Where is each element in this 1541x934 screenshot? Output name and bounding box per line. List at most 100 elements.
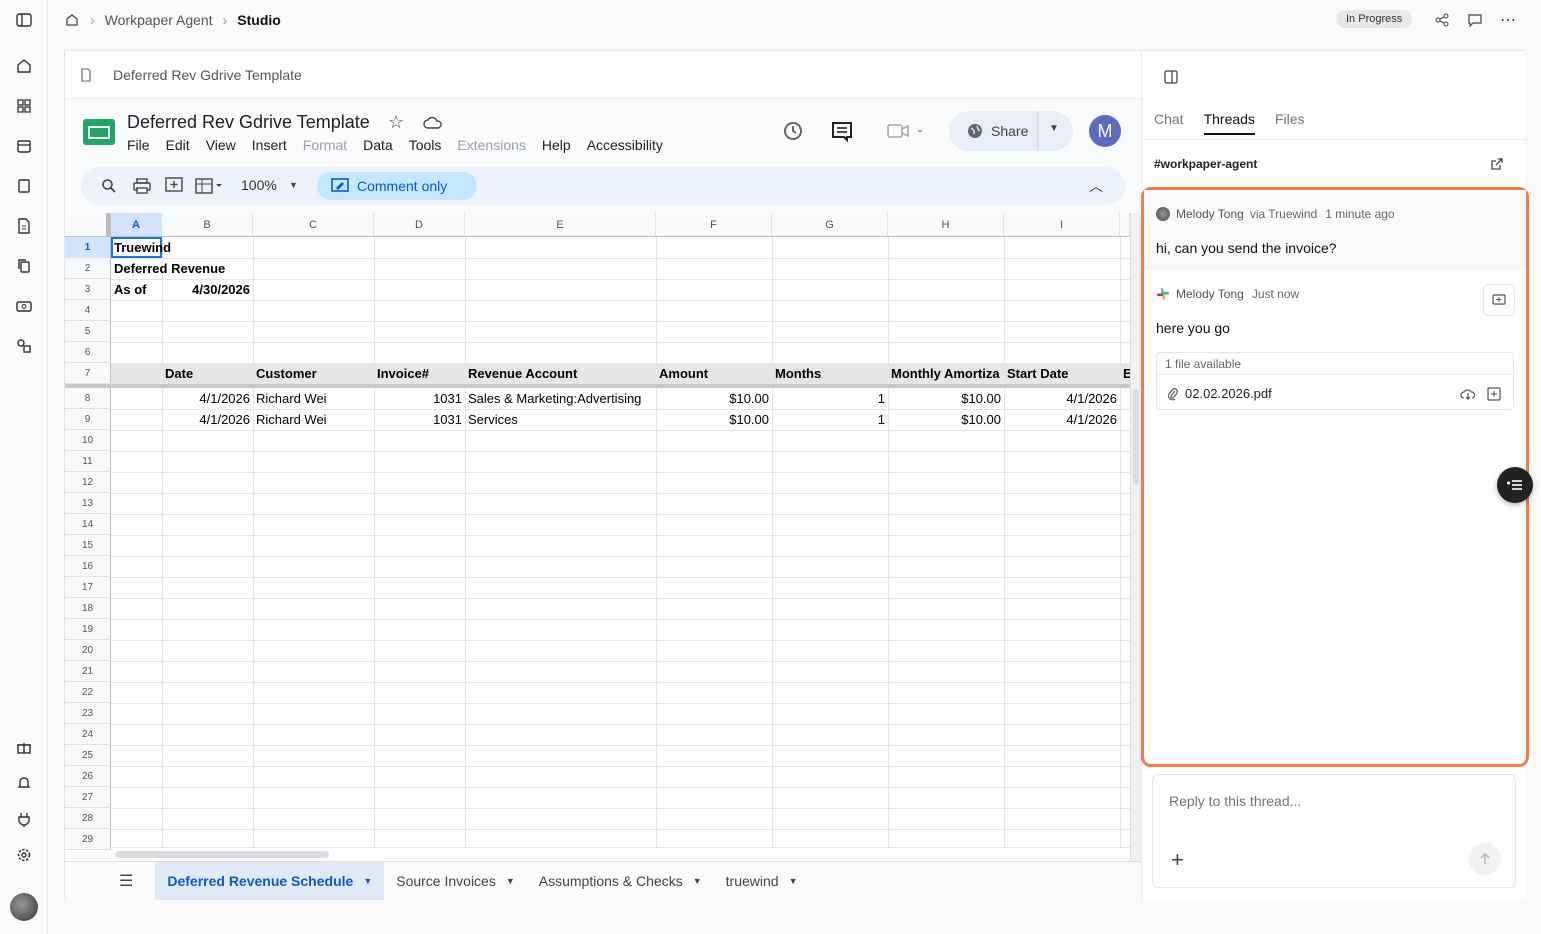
cloud-icon[interactable] xyxy=(423,115,443,131)
row-header[interactable]: 29 xyxy=(65,829,111,850)
tab-files[interactable]: Files xyxy=(1275,111,1305,135)
row-header[interactable]: 13 xyxy=(65,493,111,514)
search-icon[interactable] xyxy=(101,178,117,194)
panel-toggle-icon[interactable] xyxy=(1163,69,1179,85)
menu-help[interactable]: Help xyxy=(542,137,571,153)
header-cell-customer[interactable]: Customer xyxy=(253,363,374,384)
column-header-d[interactable]: D xyxy=(374,213,465,237)
user-avatar[interactable] xyxy=(10,893,38,921)
shapes-icon[interactable] xyxy=(14,336,34,356)
plug-icon[interactable] xyxy=(14,809,34,829)
send-button[interactable] xyxy=(1469,843,1501,875)
menu-accessibility[interactable]: Accessibility xyxy=(587,137,663,153)
chevron-down-icon[interactable]: ▼ xyxy=(789,876,798,886)
chevron-down-icon[interactable]: ▼ xyxy=(363,876,372,886)
sheet-tab-deferred-revenue-schedule[interactable]: Deferred Revenue Schedule ▼ xyxy=(155,861,385,900)
book-icon[interactable] xyxy=(14,176,34,196)
spreadsheet-title[interactable]: Deferred Rev Gdrive Template xyxy=(127,112,370,133)
column-header-h[interactable]: H xyxy=(888,213,1004,237)
chevron-down-icon[interactable]: ▼ xyxy=(506,876,515,886)
menu-insert[interactable]: Insert xyxy=(252,137,287,153)
copy-icon[interactable] xyxy=(14,256,34,276)
spreadsheet-grid[interactable]: A B C D E F G H I 1 2 3 4 5 6 7 8 9 10 11 12 13 14 15 1… xyxy=(65,213,1141,861)
row-header[interactable]: 22 xyxy=(65,682,111,703)
column-header-j[interactable] xyxy=(1120,213,1130,237)
document-icon[interactable] xyxy=(14,216,34,236)
vertical-scroll-thumb[interactable] xyxy=(1133,389,1139,485)
column-header-e[interactable]: E xyxy=(465,213,656,237)
row-header[interactable]: 25 xyxy=(65,745,111,766)
row-header[interactable]: 4 xyxy=(65,300,111,321)
cell-invoice-r2[interactable]: 1031 xyxy=(374,409,465,430)
file-name[interactable]: 02.02.2026.pdf xyxy=(1185,386,1272,401)
cell-a2[interactable]: Deferred Revenue xyxy=(111,258,271,279)
row-header[interactable]: 11 xyxy=(65,451,111,472)
cell-b3[interactable]: 4/30/2026 xyxy=(162,279,253,300)
collapse-toolbar-icon[interactable]: ︿ xyxy=(1089,176,1103,196)
home-icon[interactable] xyxy=(14,56,34,76)
menu-file[interactable]: File xyxy=(127,137,150,153)
row-header[interactable]: 2 xyxy=(65,258,111,279)
cell-monthly-amort-r1[interactable]: $10.00 xyxy=(888,388,1004,409)
cell-invoice-r1[interactable]: 1031 xyxy=(374,388,465,409)
row-header[interactable]: 19 xyxy=(65,619,111,640)
gift-icon[interactable] xyxy=(14,737,34,757)
row-header[interactable]: 14 xyxy=(65,514,111,535)
column-header-c[interactable]: C xyxy=(253,213,374,237)
row-header[interactable]: 16 xyxy=(65,556,111,577)
tab-chat[interactable]: Chat xyxy=(1154,111,1184,135)
row-header[interactable]: 27 xyxy=(65,787,111,808)
cell-start-date-r2[interactable]: 4/1/2026 xyxy=(1004,409,1120,430)
external-link-icon[interactable] xyxy=(1490,157,1504,171)
menu-edit[interactable]: Edit xyxy=(166,137,190,153)
comment-icon[interactable] xyxy=(1460,5,1490,35)
vertical-scrollbar[interactable] xyxy=(1130,213,1141,861)
more-options-icon[interactable]: ⋯ xyxy=(1493,5,1523,35)
column-header-i[interactable]: I xyxy=(1004,213,1120,237)
column-header-f[interactable]: F xyxy=(656,213,772,237)
row-header[interactable]: 9 xyxy=(65,409,111,430)
calendar-icon[interactable] xyxy=(14,136,34,156)
horizontal-scroll-thumb[interactable] xyxy=(115,851,329,858)
header-cell-months[interactable]: Months xyxy=(772,363,888,384)
attach-plus-icon[interactable]: + xyxy=(1171,847,1184,873)
sheet-tab-source-invoices[interactable]: Source Invoices ▼ xyxy=(384,862,527,900)
zoom-chevron-down-icon[interactable]: ▼ xyxy=(289,180,298,190)
row-header[interactable]: 21 xyxy=(65,661,111,682)
add-to-workpaper-icon[interactable] xyxy=(1487,387,1501,401)
sheet-tab-truewind[interactable]: truewind ▼ xyxy=(714,862,810,900)
cell-start-date-r1[interactable]: 4/1/2026 xyxy=(1004,388,1120,409)
row-header[interactable]: 24 xyxy=(65,724,111,745)
menu-data[interactable]: Data xyxy=(363,137,393,153)
zoom-level[interactable]: 100% xyxy=(241,177,277,193)
reply-input[interactable] xyxy=(1169,791,1499,811)
header-cell-monthly-amortization[interactable]: Monthly Amortiza xyxy=(888,363,1004,384)
tab-threads[interactable]: Threads xyxy=(1203,111,1255,135)
sheet-tab-assumptions-checks[interactable]: Assumptions & Checks ▼ xyxy=(527,862,714,900)
header-cell-amount[interactable]: Amount xyxy=(656,363,772,384)
row-header[interactable]: 20 xyxy=(65,640,111,661)
download-cloud-icon[interactable] xyxy=(1460,387,1476,401)
row-header[interactable]: 8 xyxy=(65,388,111,409)
print-icon[interactable] xyxy=(133,178,151,194)
row-header[interactable]: 5 xyxy=(65,321,111,342)
history-icon[interactable] xyxy=(781,119,805,143)
menu-view[interactable]: View xyxy=(206,137,236,153)
cell-a1[interactable]: Truewind xyxy=(111,237,251,258)
bell-icon[interactable] xyxy=(14,773,34,793)
row-header[interactable]: 10 xyxy=(65,430,111,451)
add-reply-button[interactable] xyxy=(1483,284,1515,316)
column-header-g[interactable]: G xyxy=(772,213,888,237)
select-all-corner[interactable] xyxy=(65,213,111,237)
row-header[interactable]: 15 xyxy=(65,535,111,556)
header-cell-invoice[interactable]: Invoice# xyxy=(374,363,465,384)
comment-only-button[interactable]: Comment only xyxy=(317,172,477,200)
all-sheets-menu-icon[interactable]: ☰ xyxy=(119,871,133,891)
horizontal-scrollbar[interactable] xyxy=(111,847,1130,861)
dashboard-icon[interactable] xyxy=(14,96,34,116)
table-view-icon[interactable] xyxy=(195,178,227,194)
cell-months-r2[interactable]: 1 xyxy=(772,409,888,430)
cell-date-r1[interactable]: 4/1/2026 xyxy=(162,388,253,409)
toggle-sidebar-icon[interactable] xyxy=(14,10,34,30)
header-cell-revenue-account[interactable]: Revenue Account xyxy=(465,363,656,384)
